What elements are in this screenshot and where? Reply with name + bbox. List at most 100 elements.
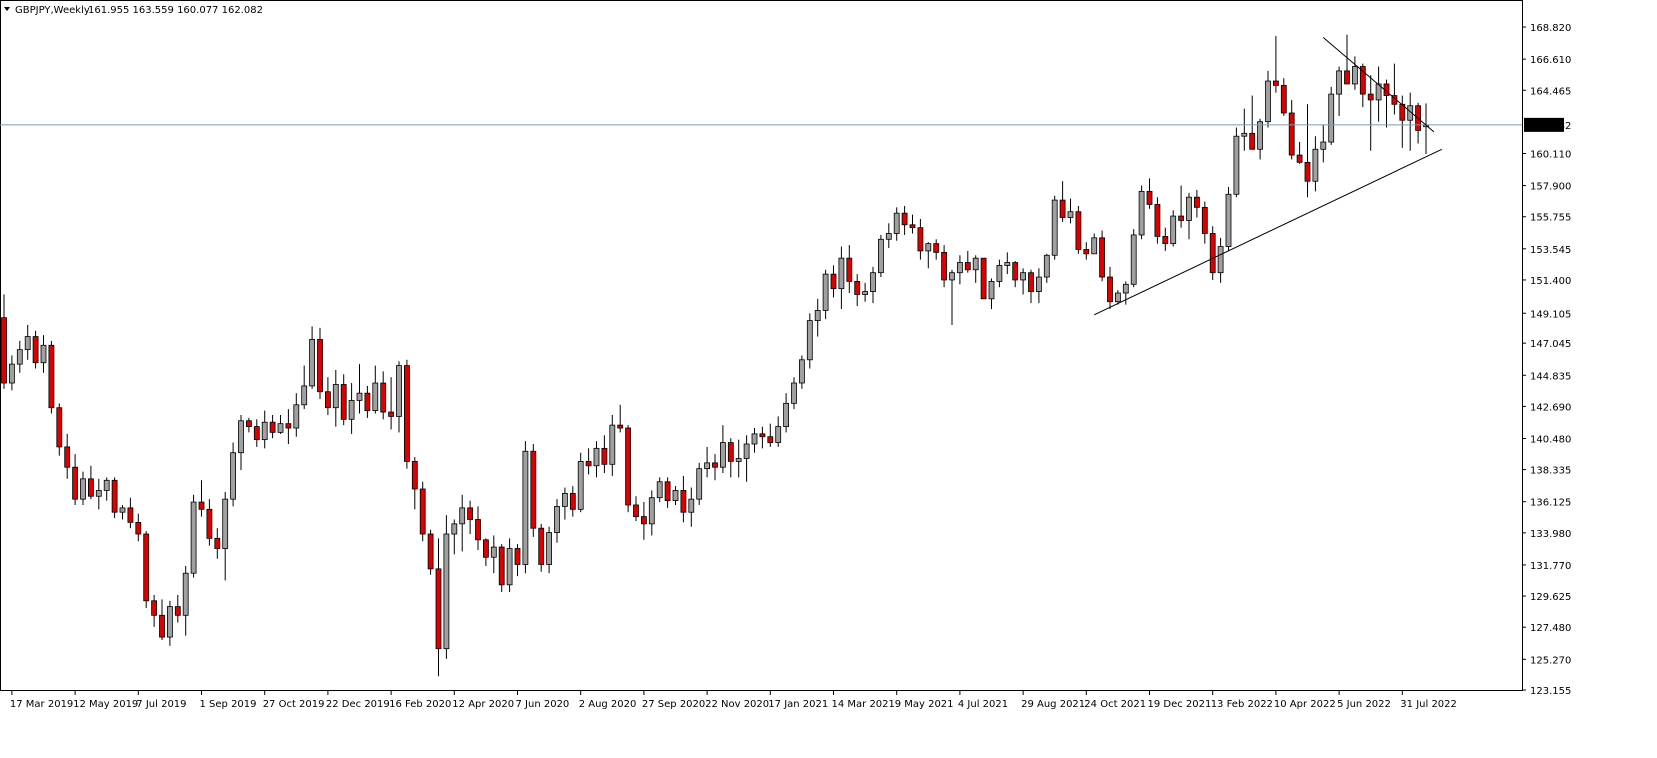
candle-body — [917, 227, 924, 252]
candle-body — [1367, 93, 1374, 101]
candle-body — [720, 442, 726, 468]
candle — [498, 544, 505, 593]
candle — [1154, 197, 1161, 244]
candle-body — [159, 614, 165, 638]
candle-body — [332, 384, 339, 409]
x-tick-label: 27 Oct 2019 — [263, 699, 325, 710]
candle-body — [996, 265, 1003, 282]
candle-body — [727, 442, 734, 462]
candle — [538, 523, 545, 572]
candle-body — [735, 458, 742, 462]
candle-body — [949, 272, 955, 281]
candle-body — [925, 243, 932, 252]
candle-body — [593, 447, 600, 467]
candle-body — [1130, 234, 1137, 285]
candle-body — [767, 436, 774, 443]
candle-body — [40, 344, 47, 364]
x-tick-label: 14 Mar 2021 — [832, 699, 895, 710]
candle-body — [506, 548, 513, 586]
candle-body — [111, 479, 118, 513]
candle-body — [704, 462, 710, 470]
candle-body — [1012, 262, 1019, 281]
y-tick-label: 142.690 — [1530, 402, 1571, 413]
y-tick-label: 151.400 — [1530, 276, 1571, 287]
candle-body — [95, 490, 102, 497]
y-tick-label: 149.105 — [1530, 309, 1571, 320]
candle — [419, 481, 426, 542]
candle-body — [672, 490, 679, 502]
candle-body — [577, 461, 584, 510]
candle-body — [340, 384, 347, 420]
candle-body — [1059, 199, 1066, 218]
candle-body — [490, 546, 497, 558]
y-tick-label: 166.610 — [1530, 55, 1571, 66]
x-tick-label: 4 Jul 2021 — [958, 699, 1008, 710]
chart-svg: 168.820 166.610 164.465 160.110 157.900 155.7… — [0, 0, 1657, 753]
candle-body — [32, 336, 39, 364]
candle-body — [838, 257, 845, 290]
x-tick-label: 2 Aug 2020 — [579, 699, 637, 710]
candle-body — [301, 385, 308, 406]
candle-body — [1091, 237, 1098, 255]
candle-body — [972, 257, 979, 271]
candle-body — [8, 363, 15, 384]
candle-body — [396, 365, 402, 417]
y-tick-label: 144.835 — [1530, 371, 1571, 382]
candle — [143, 531, 150, 609]
candle-body — [380, 382, 387, 413]
x-tick-label: 31 Jul 2022 — [1400, 699, 1457, 710]
candle-body — [751, 433, 758, 445]
y-tick-label: 131.770 — [1530, 561, 1571, 572]
candle-body — [364, 392, 371, 412]
candle-body — [403, 365, 410, 462]
candle-body — [1099, 237, 1105, 278]
candle — [427, 529, 434, 575]
candle-body — [648, 497, 655, 525]
candle — [1075, 205, 1082, 254]
candle-body — [1265, 80, 1271, 123]
candle-body — [664, 481, 671, 502]
candle-body — [1170, 215, 1177, 245]
candle-body — [799, 359, 805, 384]
candle-body — [419, 488, 426, 535]
candle-body — [1154, 204, 1161, 237]
candle — [1225, 187, 1232, 251]
candle — [111, 477, 118, 519]
candle-body — [743, 443, 750, 459]
candle-body — [1352, 66, 1358, 85]
chart-header[interactable]: GBPJPY,Weekly 161.955 163.559 160.077 16… — [4, 5, 263, 16]
candle-body — [411, 461, 418, 490]
candle-body — [1067, 211, 1074, 218]
candle-body — [712, 462, 718, 468]
candle-body — [1217, 246, 1224, 274]
candle-body — [901, 212, 908, 226]
candle-body — [522, 450, 529, 565]
candle-body — [1043, 254, 1050, 278]
candle-body — [1304, 161, 1311, 182]
candle — [1170, 210, 1177, 247]
candle-body — [1273, 80, 1279, 86]
candle-body — [1280, 85, 1287, 114]
candle-body — [633, 504, 639, 517]
candle-body — [656, 481, 663, 499]
candle — [577, 452, 584, 513]
candle-body — [190, 501, 197, 574]
candle — [1233, 127, 1240, 198]
candle-body — [1320, 141, 1327, 150]
candle-body — [601, 447, 608, 465]
candle-body — [356, 392, 363, 401]
candle — [530, 443, 537, 537]
x-tick-label: 22 Nov 2020 — [705, 699, 769, 710]
candle-body — [1028, 272, 1034, 292]
x-tick-label: 22 Dec 2019 — [326, 699, 390, 710]
candle-body — [1, 317, 7, 384]
candle-body — [1336, 70, 1342, 95]
y-tick-label: 164.465 — [1530, 86, 1571, 97]
candle — [696, 462, 703, 505]
y-tick-label: 129.625 — [1530, 592, 1571, 603]
candle-body — [16, 349, 23, 365]
candle-body — [230, 452, 237, 500]
candle-body — [846, 257, 853, 282]
candle-body — [1051, 199, 1058, 256]
candle-body — [427, 533, 434, 570]
